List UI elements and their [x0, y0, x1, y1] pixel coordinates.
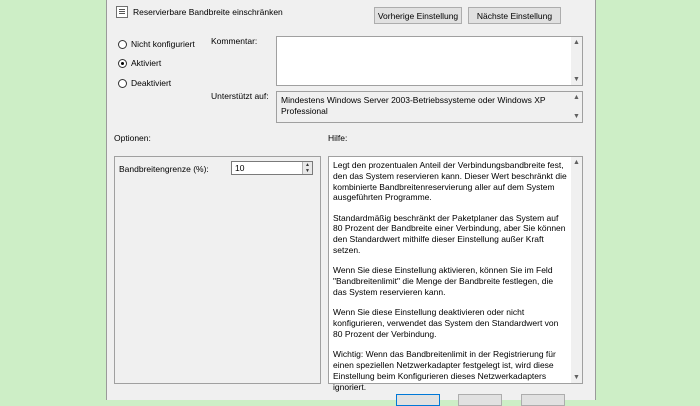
radio-circle-not-configured[interactable] — [118, 39, 127, 49]
radio-label-not-configured: Nicht konfiguriert — [131, 39, 195, 49]
scroll-down-icon[interactable]: ▼ — [571, 111, 582, 122]
supported-box: Mindestens Windows Server 2003-Betriebss… — [276, 91, 583, 123]
spin-down-icon[interactable]: ▼ — [303, 168, 312, 174]
bandwidth-limit-label: Bandbreitengrenze (%): — [119, 164, 209, 174]
cancel-button[interactable] — [458, 394, 502, 406]
help-paragraph: Wenn Sie diese Einstellung deaktivieren … — [333, 307, 559, 339]
ok-button[interactable] — [396, 394, 440, 406]
help-label: Hilfe: — [328, 133, 348, 143]
radio-circle-disabled[interactable] — [118, 78, 127, 88]
scroll-up-icon[interactable]: ▲ — [571, 157, 582, 168]
policy-dialog: Reservierbare Bandbreite einschränken Vo… — [106, 0, 596, 406]
policy-title: Reservierbare Bandbreite einschränken — [133, 7, 283, 17]
supported-value: Mindestens Windows Server 2003-Betriebss… — [281, 95, 546, 116]
scroll-up-icon[interactable]: ▲ — [571, 37, 582, 48]
help-scrollbar[interactable]: ▲ ▼ — [571, 157, 582, 383]
scroll-down-icon[interactable]: ▼ — [571, 74, 582, 85]
comment-scrollbar[interactable]: ▲ ▼ — [571, 37, 582, 85]
scroll-up-icon[interactable]: ▲ — [571, 92, 582, 103]
supported-scrollbar[interactable]: ▲ ▼ — [571, 92, 582, 122]
help-panel: Legt den prozentualen Anteil der Verbind… — [328, 156, 583, 392]
previous-setting-button[interactable]: Vorherige Einstellung — [374, 7, 462, 24]
comment-textarea[interactable]: ▲ ▼ — [276, 36, 583, 86]
policy-setting-icon — [116, 6, 128, 18]
help-text: Legt den prozentualen Anteil der Verbind… — [333, 160, 569, 402]
help-paragraph: Wichtig: Wenn das Bandbreitenlimit in de… — [333, 349, 556, 392]
options-label: Optionen: — [114, 133, 151, 143]
bandwidth-limit-value[interactable]: 10 — [235, 163, 244, 173]
options-panel: Bandbreitengrenze (%): 10 ▲ ▼ — [114, 156, 321, 384]
next-setting-button[interactable]: Nächste Einstellung — [468, 7, 561, 24]
radio-label-enabled: Aktiviert — [131, 58, 162, 68]
supported-label: Unterstützt auf: — [211, 91, 269, 101]
radio-circle-enabled[interactable] — [118, 58, 127, 68]
apply-button[interactable] — [521, 394, 565, 406]
radio-disabled[interactable]: Deaktiviert — [118, 78, 171, 88]
bandwidth-limit-spinner[interactable]: 10 ▲ ▼ — [231, 161, 313, 175]
radio-label-disabled: Deaktiviert — [131, 78, 172, 88]
radio-not-configured[interactable]: Nicht konfiguriert — [118, 39, 195, 49]
radio-enabled[interactable]: Aktiviert — [118, 58, 161, 68]
help-paragraph: Standardmäßig beschränkt der Paketplaner… — [333, 212, 566, 256]
help-paragraph: Wenn Sie diese Einstellung aktivieren, k… — [333, 265, 554, 297]
help-paragraph: Legt den prozentualen Anteil der Verbind… — [333, 160, 567, 203]
scroll-down-icon[interactable]: ▼ — [571, 372, 582, 383]
comment-label: Kommentar: — [211, 36, 258, 46]
spinner-buttons[interactable]: ▲ ▼ — [302, 162, 312, 174]
